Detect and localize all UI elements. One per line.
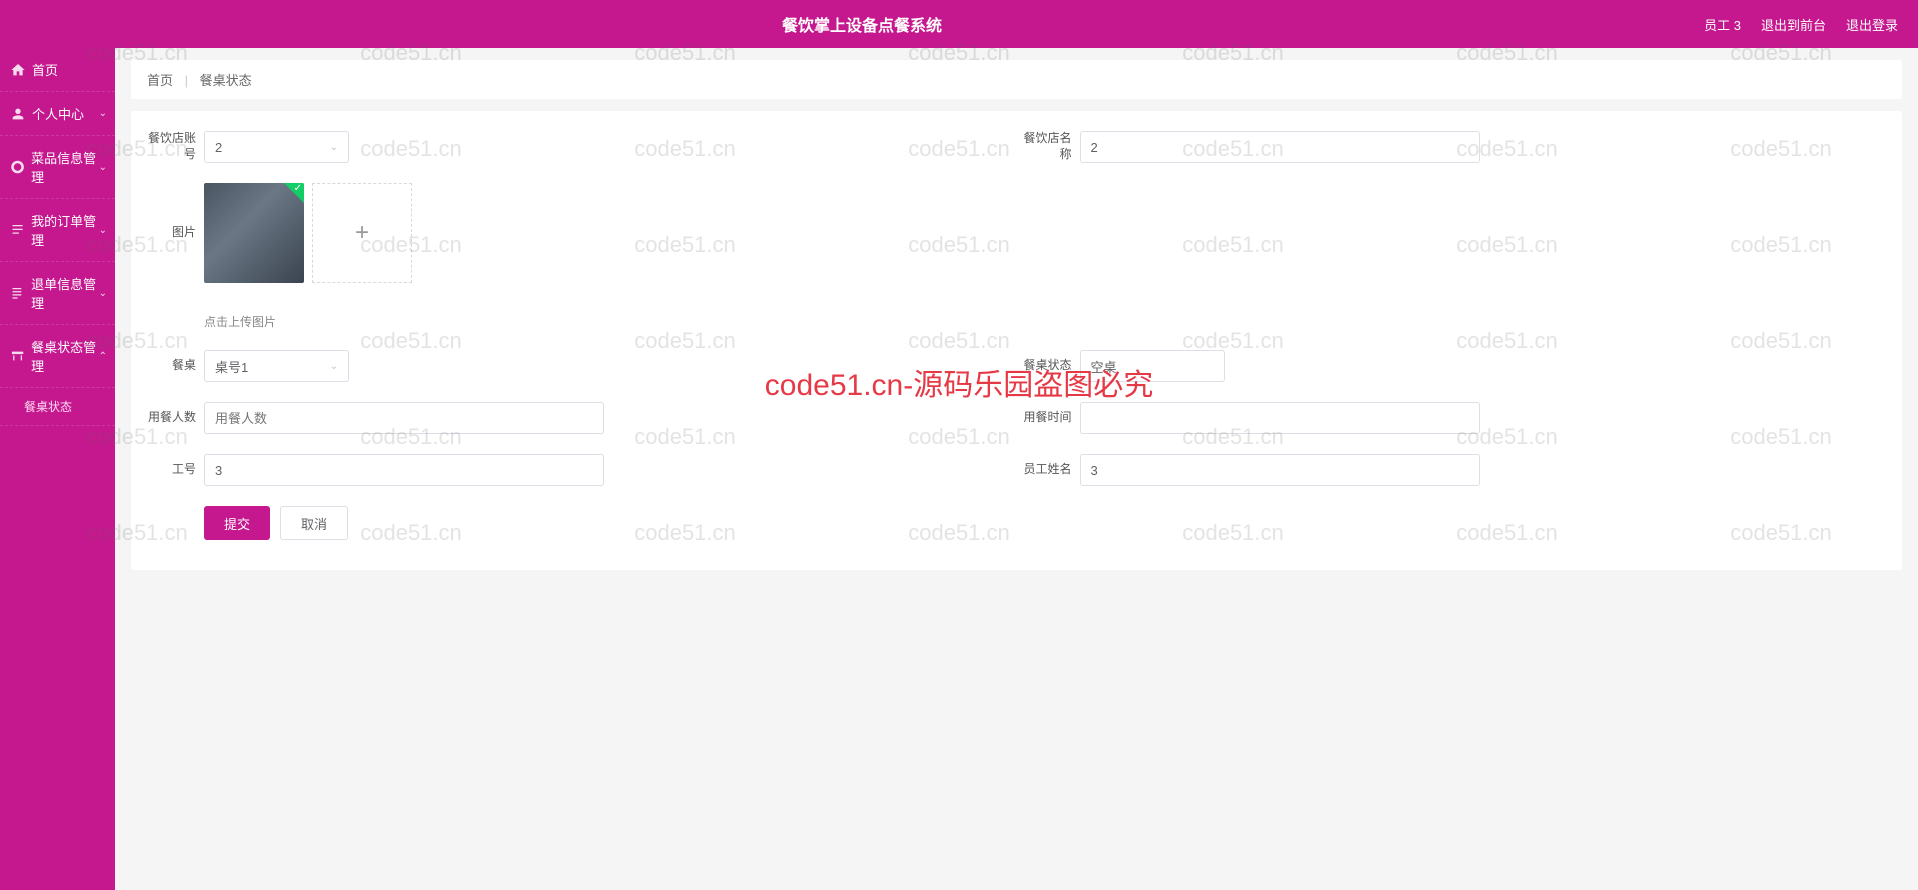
sidebar: 首页 个人中心 ⌄ 菜品信息管理 ⌄ 我的订单管理 ⌄ 退单信息管理 ⌄ 餐桌状… bbox=[0, 48, 115, 890]
refund-icon bbox=[10, 285, 25, 301]
plus-icon: + bbox=[355, 219, 369, 247]
shop-account-label: 餐饮店账号 bbox=[141, 131, 196, 162]
chevron-down-icon: ⌄ bbox=[99, 162, 107, 173]
main-content: 首页 | 餐桌状态 餐饮店账号 2 ⌄ 餐饮店名称 bbox=[115, 48, 1918, 890]
emp-no-label: 工号 bbox=[141, 462, 196, 478]
breadcrumb-home[interactable]: 首页 bbox=[147, 73, 173, 88]
submit-button[interactable]: 提交 bbox=[204, 506, 270, 540]
table-value: 桌号1 bbox=[215, 357, 248, 376]
table-label: 餐桌 bbox=[141, 358, 196, 374]
sidebar-item-home[interactable]: 首页 bbox=[0, 48, 115, 92]
cancel-button[interactable]: 取消 bbox=[280, 506, 348, 540]
app-header: 餐饮掌上设备点餐系统 员工 3 退出到前台 退出登录 bbox=[0, 0, 1918, 48]
form-panel: 餐饮店账号 2 ⌄ 餐饮店名称 图片 bbox=[131, 111, 1902, 570]
emp-name-input[interactable] bbox=[1080, 454, 1480, 486]
status-input[interactable] bbox=[1080, 350, 1225, 382]
sidebar-item-label: 个人中心 bbox=[32, 104, 84, 123]
header-user[interactable]: 员工 3 bbox=[1704, 15, 1741, 34]
shop-account-value: 2 bbox=[215, 140, 222, 155]
emp-no-input[interactable] bbox=[204, 454, 604, 486]
image-label: 图片 bbox=[141, 183, 196, 240]
chevron-up-icon: ⌃ bbox=[99, 351, 107, 362]
sidebar-item-label: 餐桌状态管理 bbox=[31, 337, 105, 375]
breadcrumb-current: 餐桌状态 bbox=[200, 73, 252, 88]
app-title: 餐饮掌上设备点餐系统 bbox=[20, 12, 1704, 36]
table-select[interactable]: 桌号1 ⌄ bbox=[204, 350, 349, 382]
sidebar-item-label: 我的订单管理 bbox=[31, 211, 105, 249]
order-icon bbox=[10, 222, 25, 238]
order-time-label: 用餐时间 bbox=[1017, 410, 1072, 426]
chevron-down-icon: ⌄ bbox=[330, 361, 338, 372]
order-time-input[interactable] bbox=[1080, 402, 1480, 434]
uploaded-image-thumb[interactable] bbox=[204, 183, 304, 283]
breadcrumb: 首页 | 餐桌状态 bbox=[131, 60, 1902, 99]
check-icon bbox=[284, 183, 304, 203]
home-icon bbox=[10, 62, 26, 78]
chevron-down-icon: ⌄ bbox=[99, 288, 107, 299]
sidebar-item-label: 退单信息管理 bbox=[31, 274, 105, 312]
table-icon bbox=[10, 348, 25, 364]
status-label: 餐桌状态 bbox=[1017, 358, 1072, 374]
shop-name-label: 餐饮店名称 bbox=[1017, 131, 1072, 162]
image-upload-hint: 点击上传图片 bbox=[204, 313, 412, 330]
chevron-down-icon: ⌄ bbox=[99, 225, 107, 236]
sidebar-item-dish[interactable]: 菜品信息管理 ⌄ bbox=[0, 136, 115, 199]
add-image-button[interactable]: + bbox=[312, 183, 412, 283]
chevron-down-icon: ⌄ bbox=[330, 142, 338, 153]
people-input[interactable] bbox=[204, 402, 604, 434]
breadcrumb-separator: | bbox=[185, 73, 188, 88]
shop-account-select[interactable]: 2 ⌄ bbox=[204, 131, 349, 163]
sidebar-item-table-state[interactable]: 餐桌状态管理 ⌃ bbox=[0, 325, 115, 388]
sidebar-item-label: 菜品信息管理 bbox=[31, 148, 105, 186]
header-back-front[interactable]: 退出到前台 bbox=[1761, 15, 1826, 34]
dish-icon bbox=[10, 159, 25, 175]
chevron-down-icon: ⌄ bbox=[99, 108, 107, 119]
sidebar-item-refund[interactable]: 退单信息管理 ⌄ bbox=[0, 262, 115, 325]
shop-name-input[interactable] bbox=[1080, 131, 1480, 163]
people-label: 用餐人数 bbox=[141, 410, 196, 426]
header-logout[interactable]: 退出登录 bbox=[1846, 15, 1898, 34]
sidebar-item-order[interactable]: 我的订单管理 ⌄ bbox=[0, 199, 115, 262]
user-icon bbox=[10, 106, 26, 122]
sidebar-item-profile[interactable]: 个人中心 ⌄ bbox=[0, 92, 115, 136]
emp-name-label: 员工姓名 bbox=[1017, 462, 1072, 478]
sidebar-item-label: 首页 bbox=[32, 60, 58, 79]
sidebar-sub-table-state[interactable]: 餐桌状态 bbox=[0, 388, 115, 426]
